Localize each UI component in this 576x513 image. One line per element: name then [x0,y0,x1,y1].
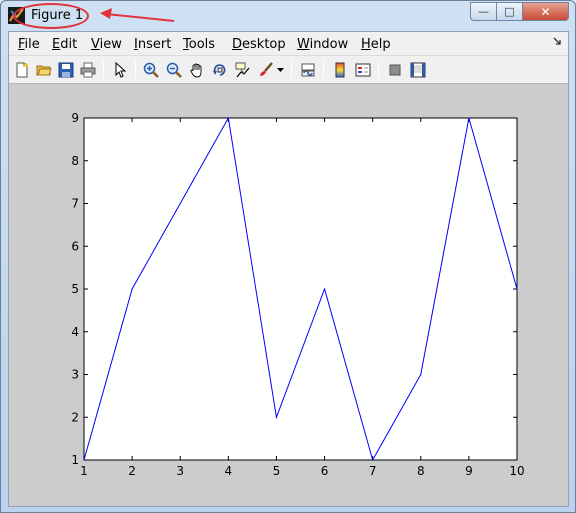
data-point [179,202,181,205]
zoom-out-icon[interactable] [164,60,184,80]
x-tick-label: 6 [321,464,329,478]
edit-plot-arrow-icon[interactable] [110,60,130,80]
y-tick-label: 6 [71,239,79,253]
x-tick-label: 2 [128,464,136,478]
menu-file[interactable]: File [18,37,40,52]
y-tick-label: 9 [71,111,79,125]
print-figure-icon[interactable] [78,60,98,80]
minimize-button[interactable]: — [470,2,497,21]
hide-plot-tools-icon[interactable] [385,60,405,80]
insert-legend-icon[interactable] [353,60,373,80]
y-tick-label: 7 [71,197,79,211]
x-tick-label: 1 [80,464,88,478]
data-cursor-icon[interactable] [233,60,253,80]
x-tick-label: 5 [273,464,281,478]
menu-insert[interactable]: Insert [134,37,171,52]
open-file-icon[interactable] [34,60,54,80]
data-point [131,288,133,290]
insert-colorbar-icon[interactable] [330,60,350,80]
menu-window[interactable]: Window [297,37,348,52]
data-point [420,373,422,376]
data-point [323,288,326,290]
x-tick-label: 9 [465,464,473,478]
menu-view[interactable]: View [91,37,122,52]
close-button[interactable]: ✕ [523,2,569,21]
y-tick-label: 4 [71,325,79,339]
new-figure-icon[interactable] [12,60,32,80]
x-tick-label: 3 [176,464,184,478]
pan-hand-icon[interactable] [187,60,207,80]
x-tick-label: 8 [417,464,425,478]
maximize-button[interactable]: □ [497,2,523,21]
title-bar[interactable]: Figure 1 — □ ✕ [1,1,575,31]
data-point [468,117,470,119]
dock-arrow-icon[interactable] [553,37,562,46]
menu-tools[interactable]: Tools [183,37,215,52]
data-point [275,416,278,418]
save-figure-icon[interactable] [56,60,76,80]
line-chart[interactable]: 1 2 3 4 5 6 7 8 9 10 1 2 3 4 5 6 7 8 9 [9,85,568,506]
data-point [516,288,518,290]
rotate-3d-icon[interactable] [210,60,230,80]
brush-icon[interactable] [256,60,276,80]
y-tick-label: 1 [71,453,79,467]
data-point [227,117,229,119]
menu-desktop[interactable]: Desktop [232,37,286,52]
zoom-in-icon[interactable] [141,60,161,80]
x-tick-label: 4 [225,464,233,478]
figure-window: Figure 1 — □ ✕ File Edit View Insert Too… [0,0,576,513]
data-point [372,459,374,461]
annotation-ellipse [13,3,89,29]
annotation-arrow [100,8,175,22]
menu-bar: File Edit View Insert Tools Desktop Wind… [9,32,568,56]
y-tick-label: 5 [71,282,79,296]
menu-help[interactable]: Help [361,37,391,52]
data-point [83,459,85,461]
axes-background [83,117,518,461]
x-tick-label: 7 [369,464,377,478]
y-tick-label: 3 [71,368,79,382]
show-plot-tools-icon[interactable] [408,60,428,80]
figure-canvas[interactable]: 1 2 3 4 5 6 7 8 9 10 1 2 3 4 5 6 7 8 9 [9,85,568,506]
x-tick-label: 10 [509,464,524,478]
y-tick-label: 2 [71,410,79,424]
figure-client-area: File Edit View Insert Tools Desktop Wind… [8,31,569,507]
figure-toolbar [9,56,568,84]
link-plot-icon[interactable] [298,60,318,80]
menu-edit[interactable]: Edit [52,37,77,52]
y-tick-label: 8 [71,154,79,168]
brush-dropdown-icon[interactable] [275,60,285,80]
